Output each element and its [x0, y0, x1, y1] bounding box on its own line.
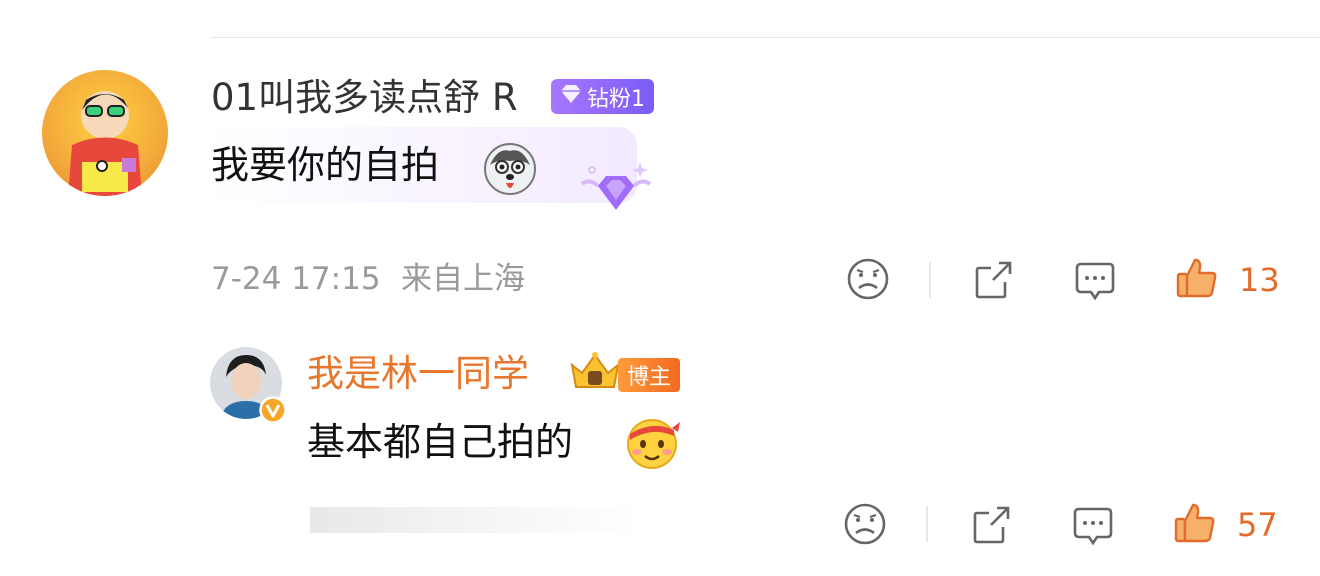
- husky-emoji-icon: [482, 141, 538, 201]
- reply-action-separator: [926, 506, 928, 542]
- comment-location: 来自上海: [401, 261, 525, 297]
- reply-dislike-icon[interactable]: [843, 502, 887, 546]
- share-icon[interactable]: [971, 258, 1015, 302]
- commenter-username[interactable]: 01叫我多读点舒 R: [211, 79, 518, 116]
- commenter-avatar[interactable]: [42, 70, 168, 196]
- comment-text: 我要你的自拍: [211, 143, 440, 187]
- comment-icon[interactable]: [1073, 259, 1117, 303]
- like-count: 13: [1239, 261, 1280, 299]
- fan-badge[interactable]: 钻粉1: [551, 79, 654, 114]
- diamond-icon: [559, 84, 583, 110]
- reply-text: 基本都自己拍的: [307, 420, 574, 464]
- top-divider: [210, 37, 1320, 38]
- verified-icon: [259, 396, 287, 424]
- diamond-fan-icon: [576, 160, 656, 224]
- crown-icon: [566, 347, 624, 399]
- reply-username[interactable]: 我是林一同学: [307, 355, 529, 392]
- comment-time: 7-24 17:15: [211, 261, 381, 297]
- dislike-icon[interactable]: [846, 257, 890, 301]
- reply-comment-icon[interactable]: [1071, 504, 1115, 548]
- obscured-text: [310, 507, 640, 533]
- reply-like-count: 57: [1237, 506, 1278, 544]
- reply-share-icon[interactable]: [969, 503, 1013, 547]
- reply-like-icon[interactable]: [1173, 501, 1217, 545]
- action-separator: [929, 262, 931, 298]
- blogger-badge[interactable]: 博主: [618, 358, 680, 392]
- fan-badge-label: 钻粉1: [587, 86, 645, 112]
- blushing-emoji-icon: [624, 414, 680, 474]
- blogger-badge-label: 博主: [626, 365, 671, 390]
- like-icon[interactable]: [1175, 256, 1219, 300]
